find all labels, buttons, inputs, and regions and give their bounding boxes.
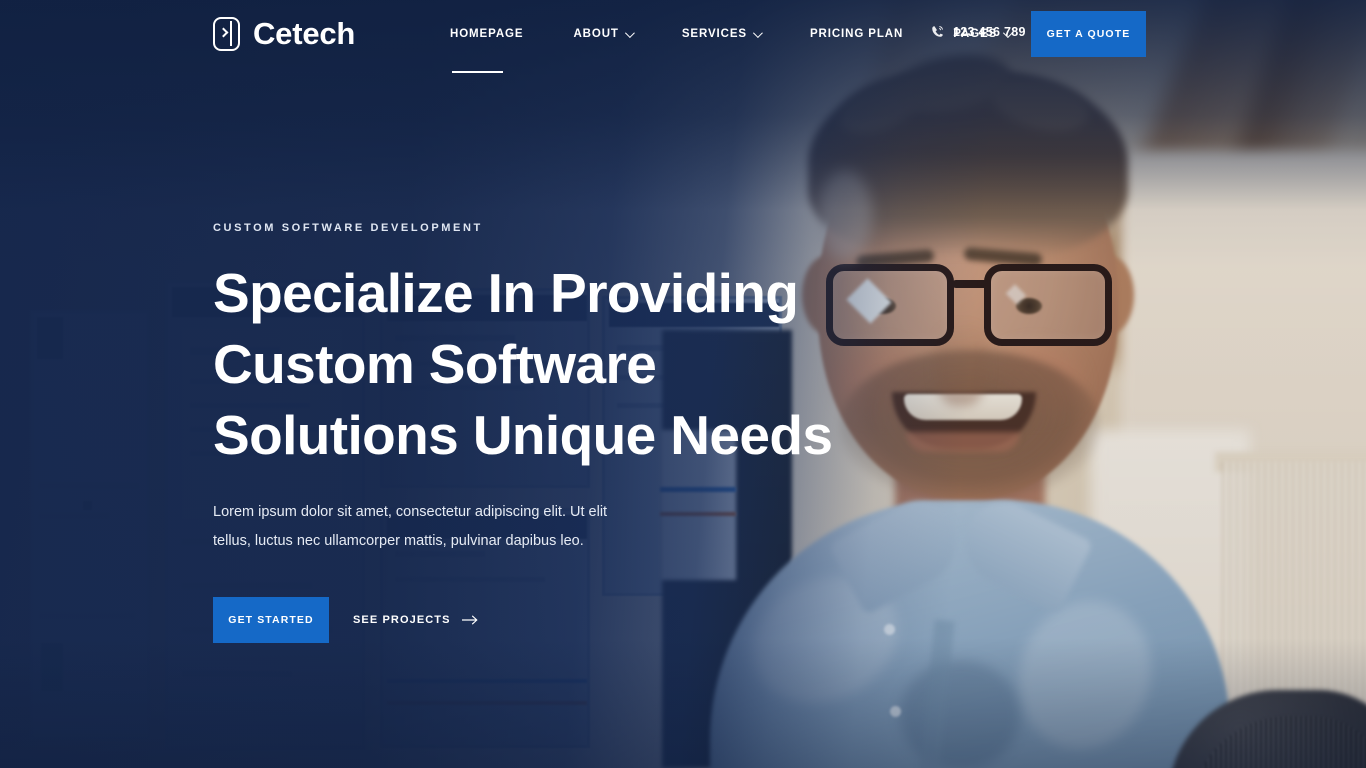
headline-line-1: Specialize In Providing [213,262,799,324]
headline-line-2: Custom Software [213,333,657,395]
nav-label: HOMEPAGE [450,28,524,40]
nav-item-about[interactable]: ABOUT [573,0,655,68]
arrow-right-icon [461,615,477,625]
phone-ring-icon [932,26,943,37]
panel-chevron-icon [213,17,240,51]
get-a-quote-button[interactable]: GET A QUOTE [1031,11,1146,57]
phone-contact[interactable]: 123 456 789 [930,24,1026,39]
bottom-shade-overlay [0,638,1366,768]
hero-paragraph: Lorem ipsum dolor sit amet, consectetur … [213,504,608,549]
chevron-right-glyph [218,27,229,38]
active-nav-indicator [452,71,503,74]
nav-item-services[interactable]: SERVICES [682,0,784,68]
hero-landing-page: Cetech HOMEPAGE ABOUT SERVICES PRICING P… [0,0,1366,768]
hero-headline: Specialize In Providing Custom Software … [213,258,913,471]
nav-label: SERVICES [681,28,747,40]
hero-content: CUSTOM SOFTWARE DEVELOPMENT Specialize I… [213,222,913,643]
nav-item-pricing-plan[interactable]: PRICING PLAN [810,0,927,68]
brand-name: Cetech [253,16,356,51]
see-projects-link[interactable]: SEE PROJECTS [353,614,479,626]
nav-label: ABOUT [573,28,619,40]
chevron-down-icon [624,27,635,38]
see-projects-label: SEE PROJECTS [353,614,451,626]
chevron-down-icon [752,27,763,38]
get-started-button[interactable]: GET STARTED [213,597,329,643]
nav-label: PRICING PLAN [809,28,904,40]
hero-cta-row: GET STARTED SEE PROJECTS [213,597,913,643]
brand-logo[interactable]: Cetech [213,16,355,52]
headline-line-3: Solutions Unique Needs [213,404,833,466]
hero-eyebrow: CUSTOM SOFTWARE DEVELOPMENT [213,222,483,234]
site-header: Cetech HOMEPAGE ABOUT SERVICES PRICING P… [0,0,1366,74]
phone-number: 123 456 789 [953,24,1026,39]
nav-item-homepage[interactable]: HOMEPAGE [450,0,547,68]
